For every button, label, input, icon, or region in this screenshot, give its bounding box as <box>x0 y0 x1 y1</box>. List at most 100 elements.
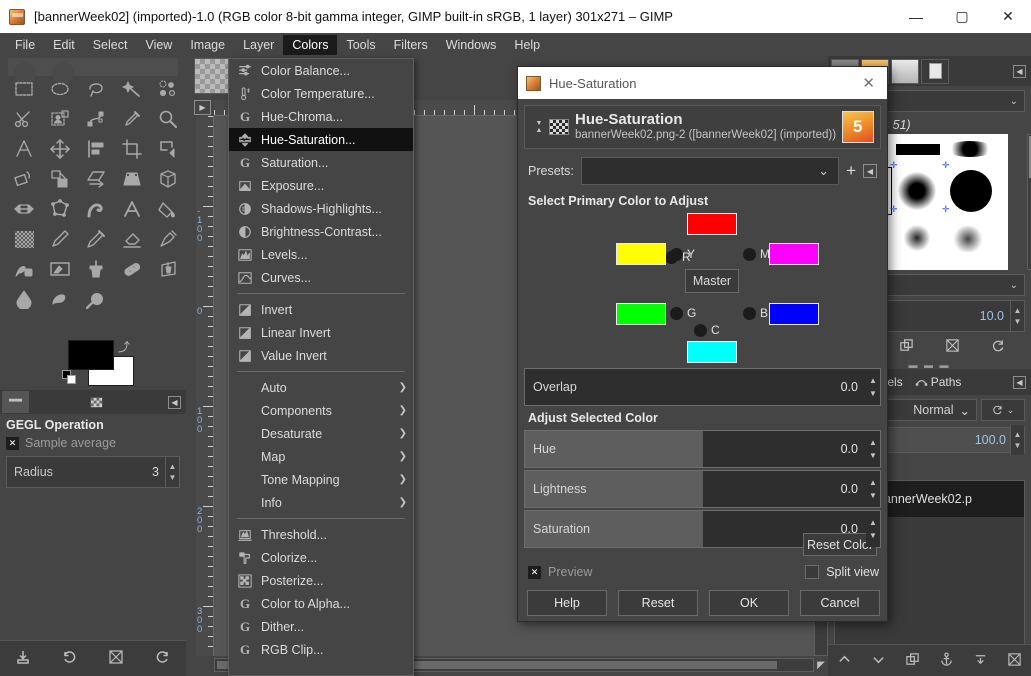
perspective-icon[interactable] <box>114 164 150 194</box>
hue-spin-arrows[interactable]: ▲ ▼ <box>866 431 880 467</box>
cancel-button[interactable]: Cancel <box>800 590 880 616</box>
menu-file[interactable]: File <box>6 35 44 55</box>
warp-transform-icon[interactable] <box>78 194 114 224</box>
default-colors-icon[interactable] <box>62 370 78 386</box>
presets-combo[interactable]: ⌄ <box>580 157 840 185</box>
radio-m[interactable] <box>743 248 756 261</box>
colors-menu-item-hue-chroma[interactable]: G Hue-Chroma... <box>229 105 413 128</box>
split-view-checkbox[interactable] <box>805 565 820 579</box>
smudge-icon[interactable] <box>42 284 78 314</box>
menu-colors[interactable]: Colors <box>283 34 338 55</box>
colors-menu-item-desaturate[interactable]: Desaturate ❯ <box>229 422 413 445</box>
fuzzy-select-icon[interactable] <box>114 74 150 104</box>
preview-checkbox-row[interactable]: ✕ Preview <box>528 565 592 579</box>
lightness-slider[interactable]: Lightness 0.0 ▲ ▼ <box>524 470 881 508</box>
reset-tool-options-icon[interactable] <box>155 649 171 668</box>
colors-menu-item-brightness-contrast[interactable]: Brightness-Contrast... <box>229 220 413 243</box>
delete-brush-icon[interactable] <box>945 338 960 356</box>
menu-view[interactable]: View <box>136 35 181 55</box>
colors-menu-item-info[interactable]: Info ❯ <box>229 491 413 514</box>
lower-layer-icon[interactable] <box>871 652 886 670</box>
perspective-clone-icon[interactable] <box>150 254 186 284</box>
colors-menu-item-map[interactable]: Map ❯ <box>229 445 413 468</box>
spacing-spin-arrows[interactable]: ▲ ▼ <box>1010 301 1024 331</box>
scale-icon[interactable] <box>42 164 78 194</box>
merge-down-icon[interactable] <box>973 652 988 670</box>
minimize-button[interactable]: — <box>893 0 939 33</box>
menu-layer[interactable]: Layer <box>234 35 283 55</box>
foreground-select-icon[interactable] <box>42 104 78 134</box>
colors-menu-item-exposure[interactable]: Exposure... <box>229 174 413 197</box>
dock-menu-icon[interactable]: ◀ <box>1013 64 1026 78</box>
colors-menu-item-shadows-highlights[interactable]: Shadows-Highlights... <box>229 197 413 220</box>
color-swatch-c[interactable] <box>687 341 737 363</box>
crop-icon[interactable] <box>114 134 150 164</box>
color-swatch-m[interactable] <box>769 243 819 265</box>
ok-button[interactable]: OK <box>709 590 789 616</box>
menu-edit[interactable]: Edit <box>44 35 84 55</box>
document-history-tab-icon[interactable] <box>921 58 949 84</box>
brush-cell[interactable] <box>896 144 940 155</box>
radius-stepper[interactable]: Radius 3 ▲ ▼ <box>6 456 180 488</box>
color-swatch-b[interactable] <box>769 303 819 325</box>
airbrush-icon[interactable] <box>150 224 186 254</box>
color-swatch-r[interactable] <box>687 213 737 235</box>
menu-select[interactable]: Select <box>84 35 137 55</box>
colors-menu-item-auto[interactable]: Auto ❯ <box>229 376 413 399</box>
refresh-brushes-icon[interactable] <box>991 338 1006 356</box>
color-picker-icon[interactable] <box>114 104 150 134</box>
colors-menu-item-hue-saturation[interactable]: Hue-Saturation... <box>229 128 413 151</box>
lightness-spin-arrows[interactable]: ▲ ▼ <box>866 471 880 507</box>
color-swatch-g[interactable] <box>616 303 666 325</box>
raise-layer-icon[interactable] <box>837 652 852 670</box>
close-button[interactable]: ✕ <box>985 0 1031 33</box>
opacity-spin-arrows[interactable]: ▲ ▼ <box>1010 425 1024 455</box>
tab-images[interactable] <box>83 391 110 413</box>
brush-cell[interactable] <box>950 170 992 212</box>
tab-tool-options[interactable] <box>2 391 29 413</box>
colors-menu-item-invert[interactable]: Invert <box>229 298 413 321</box>
preview-checkbox[interactable]: ✕ <box>528 565 541 579</box>
blur-sharpen-icon[interactable] <box>6 284 42 314</box>
colors-menu-item-rgb-clip[interactable]: G RGB Clip... <box>229 638 413 661</box>
image-menu-button-icon[interactable]: ▶ <box>194 100 211 115</box>
layer-blend-space-button[interactable]: ⌄ <box>981 399 1025 421</box>
select-by-color-icon[interactable] <box>150 74 186 104</box>
overlap-spin-arrows[interactable]: ▲ ▼ <box>866 369 880 405</box>
free-select-icon[interactable] <box>78 74 114 104</box>
colors-menu-item-value-invert[interactable]: Value Invert <box>229 344 413 367</box>
radius-spin-arrows[interactable]: ▲ ▼ <box>165 457 179 487</box>
dialog-close-icon[interactable]: ✕ <box>862 74 875 92</box>
bucket-fill-icon[interactable] <box>150 194 186 224</box>
rotate-icon[interactable] <box>6 164 42 194</box>
restore-tool-preset-icon[interactable] <box>62 649 78 668</box>
presets-menu-icon[interactable]: ◀ <box>863 164 877 178</box>
colors-menu-item-curves[interactable]: Curves... <box>229 266 413 289</box>
colors-menu-item-dither[interactable]: G Dither... <box>229 615 413 638</box>
colors-menu-item-linear-invert[interactable]: Linear Invert <box>229 321 413 344</box>
dodge-burn-icon[interactable] <box>78 284 114 314</box>
save-tool-preset-icon[interactable] <box>15 649 31 668</box>
menu-windows[interactable]: Windows <box>437 35 506 55</box>
alignment-icon[interactable] <box>78 134 114 164</box>
radio-c[interactable] <box>694 324 707 337</box>
brush-cell[interactable] <box>902 224 932 252</box>
ink-icon[interactable] <box>6 254 42 284</box>
paths-icon[interactable] <box>78 104 114 134</box>
maximize-button[interactable]: ▢ <box>939 0 985 33</box>
add-preset-icon[interactable]: + <box>846 162 856 179</box>
measure-icon[interactable] <box>6 134 42 164</box>
radio-g[interactable] <box>670 307 683 320</box>
ellipse-select-icon[interactable] <box>42 74 78 104</box>
saturation-spin-arrows[interactable]: ▲ ▼ <box>866 511 880 547</box>
swap-colors-icon[interactable]: ⤴ <box>118 338 132 354</box>
flip-icon[interactable] <box>6 194 42 224</box>
brush-grid-scrollbar[interactable] <box>1027 134 1031 270</box>
heal-icon[interactable] <box>114 254 150 284</box>
shear-icon[interactable] <box>78 164 114 194</box>
expand-collapse-icon[interactable]: ▼ ▲ <box>531 120 547 134</box>
zoom-icon[interactable] <box>150 104 186 134</box>
brush-cell[interactable] <box>898 172 936 210</box>
3d-transform-icon[interactable] <box>150 164 186 194</box>
scissors-select-icon[interactable] <box>6 104 42 134</box>
